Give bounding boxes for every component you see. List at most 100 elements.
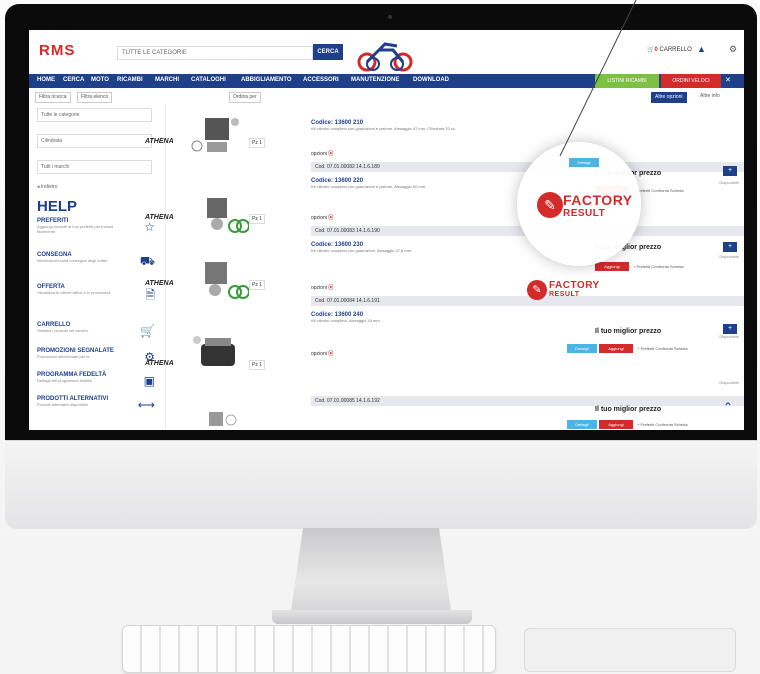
help-item-desc: Dettagli del programma fedeltà — [37, 378, 92, 383]
product-image[interactable] — [187, 112, 249, 158]
category-select[interactable]: Tutte le categorie — [37, 108, 152, 122]
details-button[interactable]: Dettagli — [569, 158, 599, 167]
help-item-loyalty[interactable]: PROGRAMMA FEDELTÀ Dettagli del programma… — [37, 372, 157, 388]
arrows-icon: ⟷ — [137, 398, 155, 412]
nav-item-accessori[interactable]: ACCESSORI — [303, 77, 339, 83]
options-link[interactable]: opzioni ⦿ — [311, 284, 333, 291]
product-brand: ATHENA — [145, 214, 174, 221]
product-image[interactable] — [187, 408, 249, 430]
add-button[interactable]: + — [723, 166, 737, 176]
nav-item-home[interactable]: HOME — [37, 77, 55, 83]
product-links[interactable]: + Preferiti Confronta Scheda — [633, 188, 684, 193]
help-item-favorites[interactable]: PREFERITI Aggiungi prodotti ai tuoi pref… — [37, 218, 157, 234]
filter-list-chip[interactable]: Filtra elenco — [77, 92, 113, 103]
help-item-alternatives[interactable]: PRODOTTI ALTERNATIVI Prodotti alternativ… — [37, 396, 157, 412]
help-item-desc: Aggiungi prodotti ai tuoi preferiti per … — [37, 224, 114, 234]
more-options-button[interactable]: Altre opzioni — [651, 92, 687, 103]
factory-badge: FACTORY RESULT — [549, 280, 600, 298]
product-strip: Cod. 07.01.00084 14.1.6.191 — [311, 296, 744, 306]
main-nav: HOME CERCA MOTO RICAMBI MARCHI CATALOGHI… — [29, 74, 744, 88]
nav-item-abbigliamento[interactable]: ABBIGLIAMENTO — [241, 77, 292, 83]
availability-text: Disponibile — [719, 254, 739, 259]
nav-item-download[interactable]: DOWNLOAD — [413, 77, 449, 83]
search-input[interactable]: TUTTE LE CATEGORIE — [117, 46, 313, 60]
star-icon: ☆ — [144, 220, 155, 234]
filter-bar: Filtra ricerca Filtra elenco Ordina per … — [29, 90, 744, 104]
quantity-select[interactable]: Pz 1 — [249, 214, 266, 224]
details-button[interactable]: Dettagli — [567, 420, 597, 429]
monitor-stand — [290, 528, 452, 618]
nav-item-ricambi[interactable]: RICAMBI — [117, 77, 143, 83]
user-icon[interactable]: ▲ — [697, 44, 706, 54]
add-button[interactable]: + — [723, 242, 737, 252]
add-to-cart-button[interactable]: Aggiungi — [599, 420, 633, 429]
trackpad — [524, 628, 736, 672]
help-item-offer[interactable]: OFFERTA Visualizza le offerte attive e l… — [37, 284, 157, 302]
site-logo[interactable]: RMS — [39, 42, 75, 59]
quantity-select[interactable]: Pz 1 — [249, 280, 266, 290]
product-brand: ATHENA — [145, 138, 174, 145]
availability-text: Disponibile — [719, 380, 739, 385]
settings-icon[interactable]: ⚙ — [729, 44, 737, 55]
product-image[interactable] — [187, 190, 249, 236]
cart-button[interactable]: 🛒0 CARRELLO — [647, 46, 692, 53]
add-button[interactable]: + — [723, 324, 737, 334]
quantity-select[interactable]: Pz 1 — [249, 138, 266, 148]
options-link[interactable]: opzioni ⦿ — [311, 350, 333, 357]
brand-select[interactable]: Tutti i marchi — [37, 160, 152, 174]
product-links[interactable]: + Preferiti Confronta Scheda — [633, 264, 684, 269]
help-item-desc: Visualizza le offerte attive e le promoz… — [37, 290, 111, 295]
close-icon[interactable]: ✕ — [725, 76, 731, 84]
nav-item-cerca[interactable]: CERCA — [63, 77, 84, 83]
add-to-cart-button[interactable]: Aggiungi — [599, 344, 633, 353]
scene: RMS TUTTE LE CATEGORIE CERCA 🛒0 CARRELLO… — [0, 0, 760, 674]
details-button[interactable]: Dettagli — [567, 344, 597, 353]
wrench-icon: ✎ — [527, 280, 547, 300]
truck-icon: ⛟ — [139, 254, 155, 268]
help-title: HELP — [37, 198, 78, 215]
filter-search-chip[interactable]: Filtra ricerca — [35, 92, 71, 103]
add-to-cart-button[interactable]: Aggiungi — [595, 262, 629, 271]
product-info: Codice: 13600 210 Kit cilindro completo … — [311, 120, 561, 132]
nav-item-marchi[interactable]: MARCHI — [155, 77, 179, 83]
back-link[interactable]: ◂ Indietro — [37, 184, 58, 190]
product-image[interactable] — [187, 332, 249, 378]
card-icon: ▣ — [143, 374, 155, 388]
product-links[interactable]: + Preferiti Confronta Scheda — [637, 346, 688, 351]
product-links[interactable]: + Preferiti Confronta Scheda — [637, 422, 688, 427]
webcam-dot — [388, 15, 392, 19]
best-price-title: Il tuo miglior prezzo — [595, 406, 662, 413]
site-header: RMS TUTTE LE CATEGORIE CERCA 🛒0 CARRELLO… — [29, 30, 744, 74]
quantity-select[interactable]: Pz 1 — [249, 360, 266, 370]
search-button[interactable]: CERCA — [313, 44, 343, 60]
availability-text: Disponibile — [719, 180, 739, 185]
monitor-base — [272, 610, 472, 624]
help-item-cart[interactable]: CARRELLO Gestisci i prodotti nel carrell… — [37, 322, 157, 338]
help-item-desc: Gestisci i prodotti nel carrello — [37, 328, 89, 333]
product-desc: Kit cilindro completo con guarnizioni. A… — [311, 248, 413, 253]
monitor-chin — [5, 440, 757, 529]
quick-order-button[interactable]: ORDINI VELOCI — [661, 74, 721, 88]
scroll-to-top-icon[interactable]: ⌃ — [719, 400, 737, 424]
product-info: Codice: 13600 240 Kit cilindro completo.… — [311, 312, 561, 324]
product-image[interactable] — [187, 256, 249, 302]
more-info-link[interactable]: Altre info — [697, 92, 723, 101]
nav-item-moto[interactable]: MOTO — [91, 77, 109, 83]
product-info: Codice: 13600 230 Kit cilindro completo … — [311, 242, 561, 254]
help-item-promotions[interactable]: PROMOZIONI SEGNALATE Promozioni selezion… — [37, 348, 157, 364]
nav-item-cataloghi[interactable]: CATALOGHI — [191, 77, 226, 83]
product-strip: Cod. 07.01.00085 14.1.6.192 — [311, 396, 744, 406]
nav-item-manutenzione[interactable]: MANUTENZIONE — [351, 77, 399, 83]
sort-select[interactable]: Ordina per — [229, 92, 261, 103]
price-list-button[interactable]: LISTINI RICAMBI — [595, 74, 659, 88]
wrench-icon: ✎ — [537, 192, 563, 218]
document-icon: 🗎 — [145, 288, 155, 302]
help-item-desc: Informazioni sulla consegna degli ordini — [37, 258, 108, 263]
help-item-delivery[interactable]: CONSEGNA Informazioni sulla consegna deg… — [37, 252, 157, 268]
options-link[interactable]: opzioni ⦿ — [311, 150, 333, 157]
displacement-select[interactable]: Cilindrata — [37, 134, 152, 148]
options-link[interactable]: opzioni ⦿ — [311, 214, 333, 221]
cart-count: 0 — [654, 47, 658, 53]
magnifier-callout: Dettagli ✎ FACTORY RESULT — [517, 142, 641, 266]
product-brand: ATHENA — [145, 280, 174, 287]
